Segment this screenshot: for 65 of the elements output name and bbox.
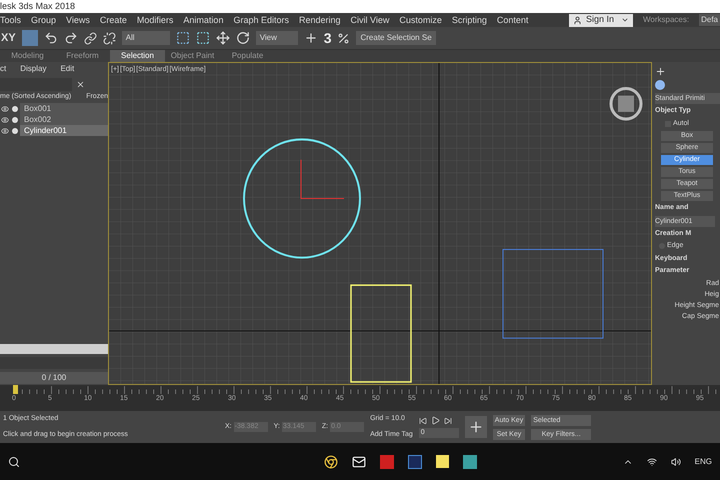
ribbon-tab[interactable]: Modeling	[0, 50, 55, 62]
menu-item[interactable]: Rendering	[298, 16, 341, 24]
window-title: lesk 3ds Max 2018	[0, 2, 76, 11]
user-icon	[573, 16, 582, 24]
move-icon[interactable]	[216, 31, 230, 45]
go-to-start-icon[interactable]	[418, 416, 427, 425]
play-icon[interactable]	[430, 416, 440, 425]
ribbon-tab[interactable]: Freeform	[55, 50, 110, 62]
menu-item[interactable]: Create	[100, 16, 127, 24]
scene-object-row[interactable]: Box002	[20, 114, 108, 125]
workspaces-dropdown[interactable]: Defa	[699, 14, 720, 26]
menu-item[interactable]: Modifiers	[136, 16, 174, 24]
crosshair-icon[interactable]	[304, 31, 318, 45]
sign-in-button[interactable]: Sign In	[569, 14, 633, 26]
workspaces-label: Workspaces:	[643, 14, 690, 26]
eye-icon	[0, 126, 10, 134]
explorer-menu-item[interactable]: ct	[0, 63, 6, 75]
eye-icon	[0, 104, 10, 112]
go-to-end-icon[interactable]	[444, 416, 452, 425]
browser-icon[interactable]	[324, 454, 338, 468]
percent-snap-icon[interactable]	[337, 32, 350, 44]
ribbon-tab[interactable]: Object Paint	[165, 50, 220, 62]
selection-filter-dropdown[interactable]: All	[122, 31, 170, 45]
window-crossing-icon[interactable]	[196, 31, 210, 45]
caret-icon	[621, 16, 629, 24]
app-icon[interactable]	[408, 454, 422, 468]
scene-object-row[interactable]: Cylinder001	[20, 125, 108, 136]
explorer-menu-item[interactable]: Edit	[60, 63, 74, 75]
snap-toggle-button[interactable]: 3	[324, 28, 332, 48]
search-icon[interactable]	[8, 456, 20, 468]
reference-coordinate-dropdown[interactable]: View	[256, 31, 298, 45]
menu-item[interactable]: Graph Editors	[233, 16, 289, 24]
menu-item[interactable]: Civil View	[350, 16, 390, 24]
menu-item[interactable]: Group	[31, 16, 56, 24]
language-indicator[interactable]: ENG	[694, 456, 712, 468]
horizontal-scrollbar[interactable]	[0, 344, 108, 354]
menu-item[interactable]: Views	[66, 16, 90, 24]
select-region-icon[interactable]	[176, 31, 190, 45]
explorer-menu-item[interactable]: Display	[20, 63, 46, 75]
app-icon[interactable]	[380, 454, 394, 468]
menu-item[interactable]: Content	[496, 16, 528, 24]
axis-constraint-button[interactable]: XY	[1, 30, 16, 46]
redo-icon[interactable]	[64, 31, 78, 45]
eye-icon	[0, 116, 10, 124]
scene-object-row[interactable]: Box001	[20, 103, 108, 114]
frame-counter: 0 / 100	[0, 372, 108, 384]
create-tab-icon[interactable]	[655, 66, 666, 76]
menu-item[interactable]: Customize	[399, 16, 442, 24]
rotate-icon[interactable]	[236, 31, 250, 45]
unlink-icon[interactable]	[102, 32, 116, 44]
network-icon[interactable]	[646, 456, 657, 466]
close-icon[interactable]	[76, 80, 85, 88]
ribbon-tab[interactable]: Populate	[220, 50, 275, 62]
set-keys-icon[interactable]	[464, 416, 487, 438]
mail-icon[interactable]	[352, 454, 366, 468]
named-selection-dropdown[interactable]: Create Selection Se	[356, 31, 436, 45]
geometry-icon[interactable]	[655, 80, 665, 90]
undo-icon[interactable]	[44, 31, 58, 45]
menu-item[interactable]: Tools	[0, 16, 22, 24]
menu-item[interactable]: Scripting	[452, 16, 487, 24]
link-icon[interactable]	[84, 32, 97, 44]
app-icon[interactable]	[463, 454, 477, 468]
volume-icon[interactable]	[670, 456, 681, 466]
ribbon-tab[interactable]: Selection	[110, 50, 165, 62]
menu-item[interactable]: Animation	[183, 16, 224, 24]
